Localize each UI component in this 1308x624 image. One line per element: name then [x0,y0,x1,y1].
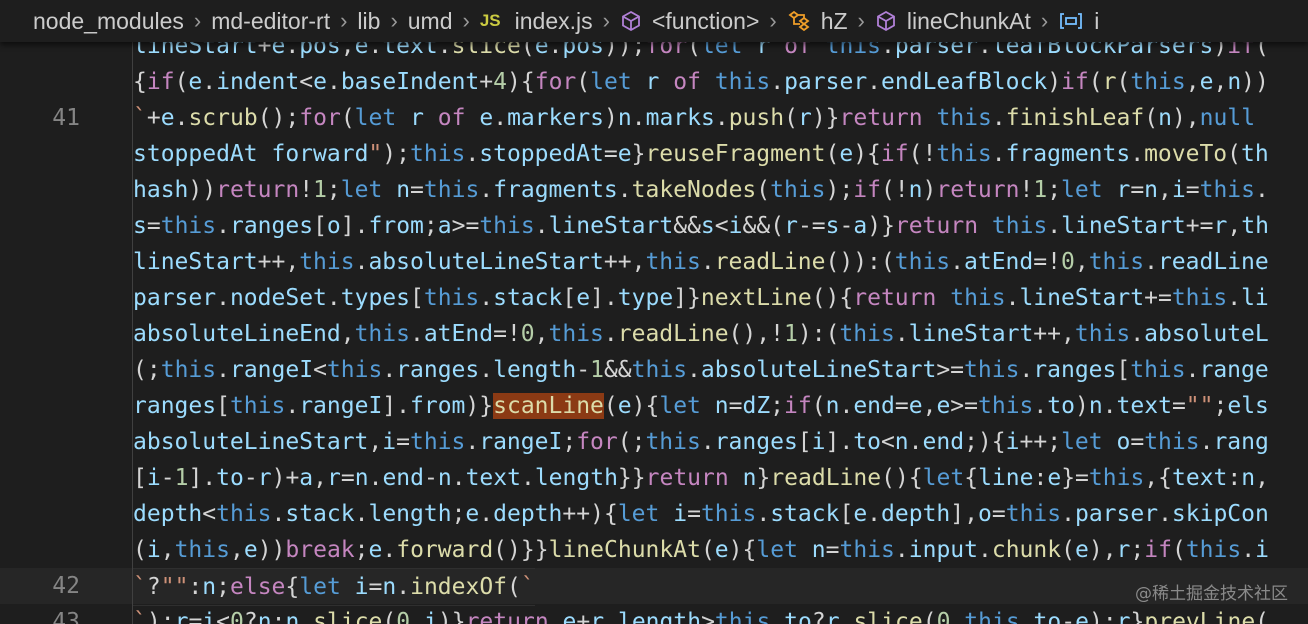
chevron-right-icon: › [1040,8,1049,33]
chevron-right-icon: › [390,8,398,33]
code-text[interactable]: `?"":n;else{let i=n.indexOf(` [133,568,535,606]
breadcrumb-function[interactable]: <function> [620,8,759,35]
code-line[interactable]: hash))return!1;let n=this.fragments.take… [0,172,1308,208]
line-number: 42 [52,573,80,599]
code-text[interactable]: lineStart++,this.absoluteLineStart++,thi… [133,244,1269,280]
class-icon [787,10,811,32]
code-text[interactable]: depth<this.stack.length;e.depth++){let i… [133,496,1269,532]
code-text[interactable]: absoluteLineStart,i=this.rangeI;for(;thi… [133,424,1269,460]
code-line[interactable]: (i,this,e))break;e.forward()}}lineChunkA… [0,532,1308,568]
code-text[interactable]: {if(e.indent<e.baseIndent+4){for(let r o… [133,64,1269,100]
breadcrumb-linechunkat-label: lineChunkAt [906,7,1031,34]
chevron-right-icon: › [769,8,777,33]
code-line[interactable]: stoppedAt forward");this.stoppedAt=e}reu… [0,136,1308,172]
code-line[interactable]: lineStart+e.pos,e.text.slice(e.pos));for… [0,42,1308,64]
code-text[interactable]: lineStart+e.pos,e.text.slice(e.pos));for… [133,42,1269,64]
breadcrumb-node-modules[interactable]: node_modules [33,8,184,35]
code-line[interactable]: 42 `?"":n;else{let i=n.indexOf(` [0,568,1308,606]
code-editor[interactable]: lineStart+e.pos,e.text.slice(e.pos));for… [0,42,1308,624]
code-text[interactable]: (i,this,e))break;e.forward()}}lineChunkA… [133,532,1269,568]
line-number: 41 [52,105,80,131]
chevron-right-icon: › [857,8,865,33]
breadcrumb-linechunkat[interactable]: lineChunkAt [875,8,1031,35]
code-text[interactable]: `+e.scrub();for(let r of e.markers)n.mar… [133,100,1255,136]
breadcrumb-umd[interactable]: umd [408,8,453,35]
chevron-right-icon: › [340,8,348,33]
code-line[interactable]: s=this.ranges[o].from;a>=this.lineStart&… [0,208,1308,244]
code-text[interactable]: s=this.ranges[o].from;a>=this.lineStart&… [133,208,1269,244]
breadcrumb: node_modules › md-editor-rt › lib › umd … [0,0,1308,42]
watermark: @稀土掘金技术社区 [1135,584,1288,604]
breadcrumb-variable[interactable]: i [1058,8,1099,35]
code-line[interactable]: {if(e.indent<e.baseIndent+4){for(let r o… [0,64,1308,100]
chevron-right-icon: › [602,8,610,33]
code-line[interactable]: absoluteLineStart,i=this.rangeI;for(;thi… [0,424,1308,460]
code-text[interactable]: stoppedAt forward");this.stoppedAt=e}reu… [133,136,1269,172]
javascript-file-icon: JS [479,11,501,30]
breadcrumb-md-editor-rt[interactable]: md-editor-rt [211,8,330,35]
code-text[interactable]: parser.nodeSet.types[this.stack[e].type]… [133,280,1269,316]
breadcrumb-variable-label: i [1094,7,1100,34]
code-text[interactable]: absoluteLineEnd,this.atEnd=!0,this.readL… [133,316,1269,352]
code-text[interactable]: hash))return!1;let n=this.fragments.take… [133,172,1269,208]
breadcrumb-hz[interactable]: hZ [787,8,848,35]
method-cube-icon [620,10,642,32]
breadcrumb-function-label: <function> [651,7,760,34]
method-cube-icon [875,10,897,32]
code-text[interactable]: `);r=i<0?n:n.slice(0,i)}return e+r.lengt… [133,604,1269,624]
code-line[interactable]: (;this.rangeI<this.ranges.length-1&&this… [0,352,1308,388]
breadcrumb-file[interactable]: JS index.js [480,8,593,35]
code-text[interactable]: ranges[this.rangeI].from)}scanLine(e){le… [133,388,1269,424]
code-line[interactable]: lineStart++,this.absoluteLineStart++,thi… [0,244,1308,280]
code-text[interactable]: [i-1].to-r)+a,r=n.end-n.text.length}}ret… [133,460,1269,496]
code-line[interactable]: 41 `+e.scrub();for(let r of e.markers)n.m… [0,100,1308,136]
code-line[interactable]: ranges[this.rangeI].from)}scanLine(e){le… [0,388,1308,424]
code-line[interactable]: [i-1].to-r)+a,r=n.end-n.text.length}}ret… [0,460,1308,496]
code-line[interactable]: 43 `);r=i<0?n:n.slice(0,i)}return e+r.len… [0,604,1308,624]
code-line[interactable]: depth<this.stack.length;e.depth++){let i… [0,496,1308,532]
chevron-right-icon: › [193,8,202,33]
breadcrumb-hz-label: hZ [820,7,848,34]
variable-icon [1058,10,1084,32]
chevron-right-icon: › [462,8,470,33]
breadcrumb-file-label: index.js [514,7,593,34]
code-text[interactable]: (;this.rangeI<this.ranges.length-1&&this… [133,352,1269,388]
code-line[interactable]: parser.nodeSet.types[this.stack[e].type]… [0,280,1308,316]
line-number: 43 [52,609,80,624]
breadcrumb-lib[interactable]: lib [357,8,380,35]
code-line[interactable]: absoluteLineEnd,this.atEnd=!0,this.readL… [0,316,1308,352]
